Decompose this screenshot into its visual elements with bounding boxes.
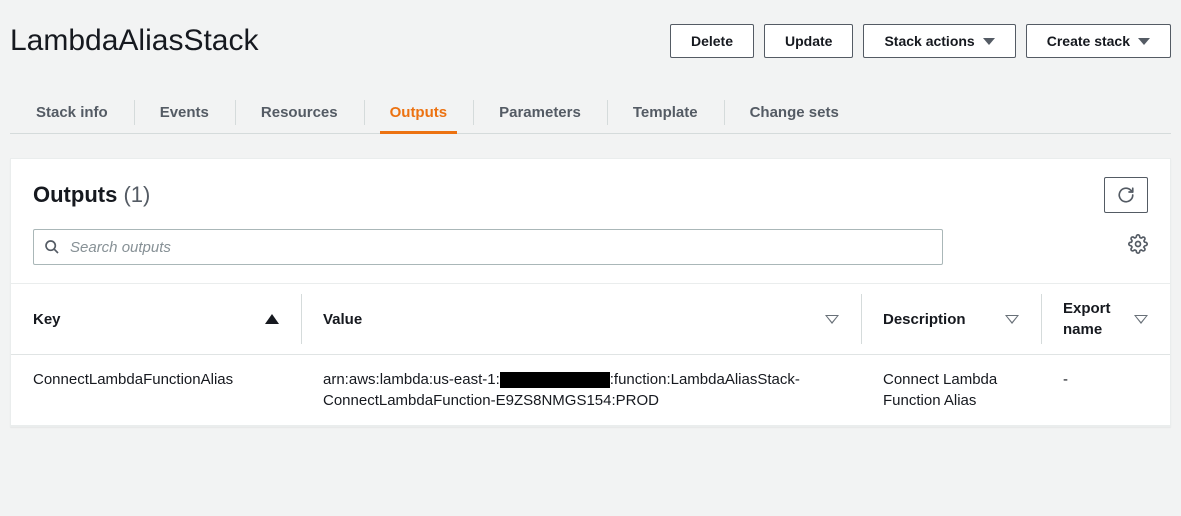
stack-actions-button[interactable]: Stack actions (863, 24, 1015, 58)
sort-icon (1005, 315, 1019, 324)
gear-icon (1128, 234, 1148, 254)
column-header-export-name[interactable]: Export name (1041, 284, 1170, 355)
tab-template[interactable]: Template (607, 92, 724, 133)
panel-title: Outputs (1) (33, 180, 150, 211)
tab-change-sets[interactable]: Change sets (724, 92, 865, 133)
panel-count: (1) (123, 182, 150, 207)
column-label: Export name (1063, 298, 1126, 340)
column-header-description[interactable]: Description (861, 284, 1041, 355)
caret-down-icon (983, 38, 995, 45)
outputs-panel: Outputs (1) (10, 158, 1171, 427)
sort-icon (1134, 315, 1148, 324)
delete-button[interactable]: Delete (670, 24, 754, 58)
sort-asc-icon (265, 314, 279, 324)
cell-value: arn:aws:lambda:us-east-1::function:Lambd… (301, 355, 861, 426)
page-title: LambdaAliasStack (10, 20, 258, 62)
column-label: Key (33, 309, 61, 330)
tab-parameters[interactable]: Parameters (473, 92, 607, 133)
value-pre: arn:aws:lambda:us-east-1: (323, 371, 500, 388)
refresh-button[interactable] (1104, 177, 1148, 213)
outputs-table: Key Value Description (11, 283, 1170, 426)
column-header-key[interactable]: Key (11, 284, 301, 355)
column-header-value[interactable]: Value (301, 284, 861, 355)
update-button[interactable]: Update (764, 24, 853, 58)
panel-title-text: Outputs (33, 182, 117, 207)
sort-icon (825, 315, 839, 324)
search-input[interactable] (68, 238, 932, 257)
tab-resources[interactable]: Resources (235, 92, 364, 133)
stack-actions-label: Stack actions (884, 33, 974, 49)
update-button-label: Update (785, 33, 832, 49)
tab-outputs[interactable]: Outputs (364, 92, 474, 133)
table-row: ConnectLambdaFunctionAlias arn:aws:lambd… (11, 355, 1170, 426)
create-stack-button[interactable]: Create stack (1026, 24, 1171, 58)
search-icon (44, 239, 60, 255)
caret-down-icon (1138, 38, 1150, 45)
cell-description: Connect Lambda Function Alias (861, 355, 1041, 426)
cell-key: ConnectLambdaFunctionAlias (11, 355, 301, 426)
redacted-account-id (500, 372, 610, 388)
settings-button[interactable] (1128, 234, 1148, 260)
tab-stack-info[interactable]: Stack info (10, 92, 134, 133)
cell-export-name: - (1041, 355, 1170, 426)
refresh-icon (1117, 186, 1135, 204)
create-stack-label: Create stack (1047, 33, 1130, 49)
tab-events[interactable]: Events (134, 92, 235, 133)
header-actions: Delete Update Stack actions Create stack (670, 24, 1171, 58)
column-label: Value (323, 309, 362, 330)
delete-button-label: Delete (691, 33, 733, 49)
search-box[interactable] (33, 229, 943, 265)
tabs: Stack info Events Resources Outputs Para… (10, 92, 1171, 134)
column-label: Description (883, 309, 966, 330)
